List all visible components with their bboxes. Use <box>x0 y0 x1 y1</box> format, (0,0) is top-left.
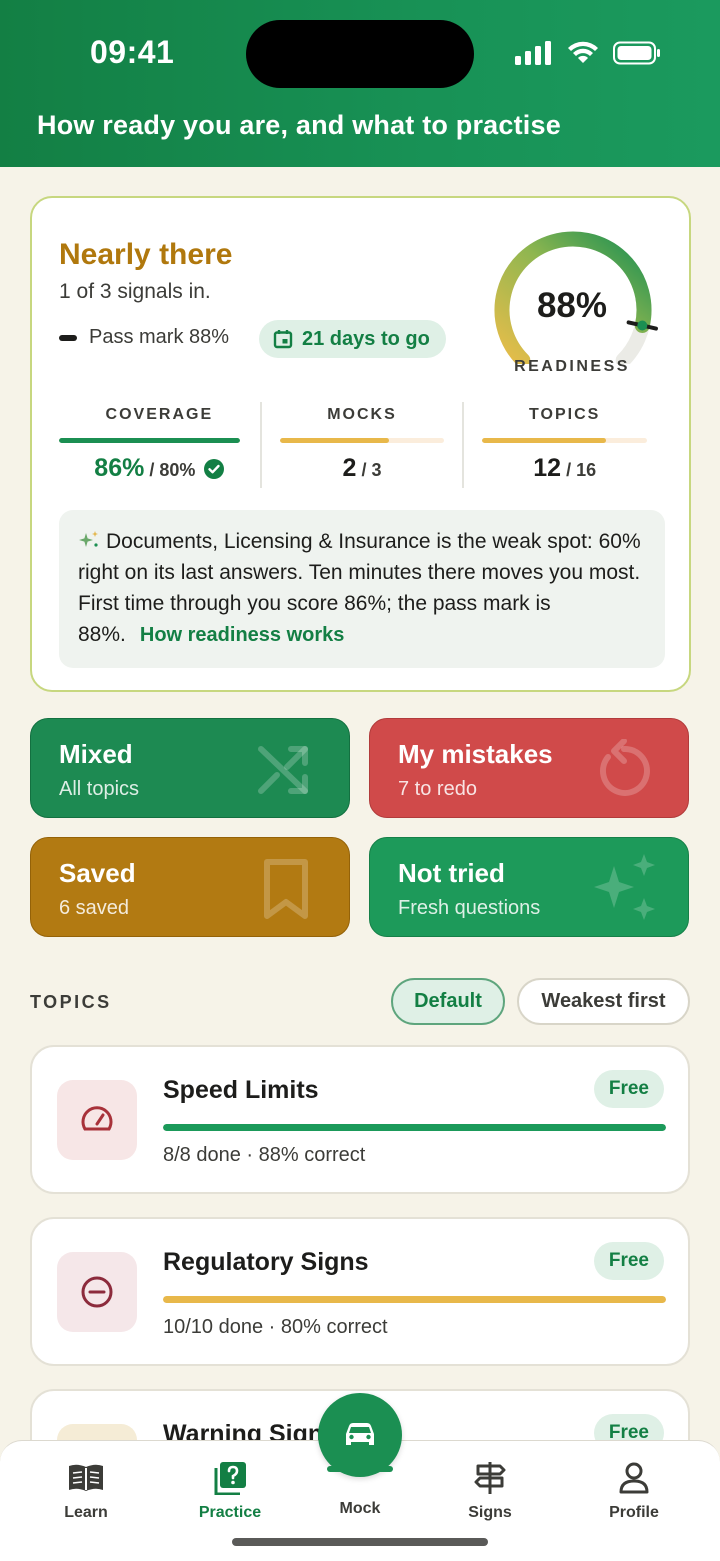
battery-icon <box>613 41 660 65</box>
header-subtitle: How ready you are, and what to practise <box>37 110 561 140</box>
topics-heading: TOPICS <box>30 992 112 1012</box>
days-to-go-text: 21 days to go <box>302 327 430 350</box>
topic-title: Speed Limits <box>163 1076 319 1104</box>
topic-meta: 8/8 done · 88% correct <box>163 1144 366 1166</box>
pass-mark-row: Pass mark 88% <box>59 326 229 349</box>
stat-target: / 16 <box>566 460 597 480</box>
calendar-icon <box>273 330 293 349</box>
stat-coverage: COVERAGE 86% / 80% <box>59 402 260 488</box>
nav-learn[interactable]: Learn <box>36 1460 136 1522</box>
pass-mark-text: Pass mark 88% <box>89 326 230 348</box>
speedometer-icon <box>81 1106 113 1131</box>
mock-exam-button[interactable] <box>318 1393 402 1477</box>
topic-progress-bar <box>163 1296 666 1303</box>
free-badge: Free <box>593 1070 664 1108</box>
stat-label: TOPICS <box>529 406 601 423</box>
shuffle-icon <box>258 746 308 794</box>
pass-mark-dash-icon <box>59 334 77 341</box>
my-mistakes-tile[interactable]: My mistakes 7 to redo <box>369 718 689 818</box>
no-entry-icon <box>81 1276 113 1308</box>
bookmark-icon <box>264 859 308 919</box>
readiness-card: Nearly there 1 of 3 signals in. Pass mar… <box>30 196 691 692</box>
home-indicator <box>232 1538 488 1546</box>
stat-bar <box>482 438 648 443</box>
topic-icon-tile <box>57 1252 137 1332</box>
nav-practice[interactable]: Practice <box>180 1460 280 1522</box>
stat-bar <box>279 438 445 443</box>
stat-bar-fill <box>279 438 390 443</box>
stat-value: 86% <box>94 454 145 482</box>
nav-label: Learn <box>64 1504 108 1521</box>
sparkles-icon <box>594 854 655 920</box>
sort-default-button[interactable]: Default <box>391 978 505 1025</box>
readiness-label: READINESS <box>514 358 630 375</box>
nav-label: Profile <box>609 1504 659 1521</box>
stat-bar-fill <box>482 438 606 443</box>
stat-mocks: MOCKS 2 / 3 <box>259 402 463 488</box>
check-circle-icon <box>204 458 225 479</box>
stat-topics: TOPICS 12 / 16 <box>462 402 665 488</box>
mock-underline <box>327 1466 393 1472</box>
insight-box: Documents, Licensing & Insurance is the … <box>59 510 665 668</box>
topic-progress-fill <box>163 1124 666 1131</box>
topic-card-regulatory-signs[interactable]: Regulatory Signs Free 10/10 done · 80% c… <box>30 1217 690 1366</box>
status-icons <box>515 38 661 68</box>
nav-label: Practice <box>198 1504 262 1521</box>
stat-bar <box>59 438 240 443</box>
stat-value: 2 <box>342 454 357 482</box>
topic-progress-bar <box>163 1124 666 1131</box>
topic-title: Regulatory Signs <box>163 1248 369 1276</box>
stats-row: COVERAGE 86% / 80% MOCKS 2 / 3 TOPICS 12… <box>59 402 665 488</box>
stat-target: / 3 <box>361 460 382 480</box>
book-icon <box>69 1464 103 1491</box>
topic-card-speed-limits[interactable]: Speed Limits Free 8/8 done · 88% correct <box>30 1045 690 1194</box>
days-to-go-chip[interactable]: 21 days to go <box>259 320 446 358</box>
car-icon <box>346 1423 374 1445</box>
person-icon <box>619 1462 649 1494</box>
nav-label-mock[interactable]: Mock <box>310 1500 410 1518</box>
sort-weakest-first-button[interactable]: Weakest first <box>517 978 690 1025</box>
topic-icon-tile <box>57 1080 137 1160</box>
signpost-icon <box>474 1462 506 1494</box>
wifi-icon <box>568 41 598 63</box>
not-tried-tile[interactable]: Not tried Fresh questions <box>369 837 689 937</box>
free-badge: Free <box>593 1242 664 1280</box>
quiz-icon <box>214 1462 246 1495</box>
status-time: 09:41 <box>90 34 175 70</box>
nav-signs[interactable]: Signs <box>440 1460 540 1522</box>
sparkle-icon <box>79 531 98 547</box>
stat-label: MOCKS <box>327 406 397 423</box>
mixed-tile[interactable]: Mixed All topics <box>30 718 350 818</box>
stat-value: 12 <box>533 454 562 482</box>
undo-icon <box>599 739 650 796</box>
stat-target: / 80% <box>149 460 196 480</box>
readiness-percent: 88% <box>536 286 608 325</box>
saved-tile[interactable]: Saved 6 saved <box>30 837 350 937</box>
signals-text: 1 of 3 signals in. <box>59 280 211 303</box>
signal-icon <box>515 41 551 65</box>
stat-bar-fill <box>59 438 240 443</box>
readiness-title: Nearly there <box>59 238 233 271</box>
nav-profile[interactable]: Profile <box>584 1460 684 1522</box>
stat-label: COVERAGE <box>105 406 214 423</box>
dynamic-island <box>246 20 474 88</box>
nav-label: Signs <box>468 1504 512 1521</box>
how-readiness-works-link[interactable]: How readiness works <box>140 624 345 646</box>
app-header: 09:41 How ready you are, and what to pra… <box>0 0 720 167</box>
topic-progress-fill <box>163 1296 666 1303</box>
topic-meta: 10/10 done · 80% correct <box>163 1316 388 1338</box>
